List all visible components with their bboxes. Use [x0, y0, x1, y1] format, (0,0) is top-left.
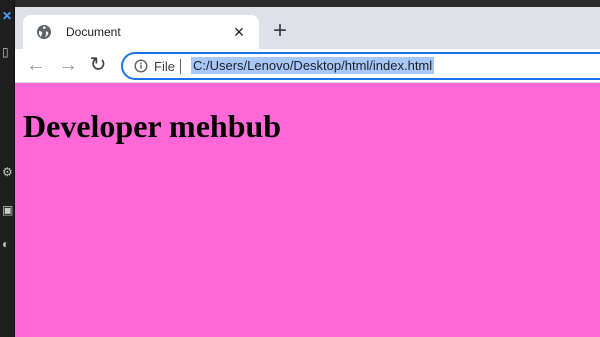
forward-button[interactable]: → [58, 55, 78, 75]
browser-window: Document × + ← → ↻ File C:/Users/Lenovo/… [15, 0, 600, 337]
plus-icon: + [272, 17, 287, 44]
editor-icon: ✕ [2, 9, 13, 23]
screen: ✕ ▯ ⚙ ▣ ◐ Document × + ← → ↻ File C:/Use… [0, 0, 600, 337]
files-icon: ▯ [2, 45, 9, 59]
tab-strip: Document × + [15, 7, 600, 49]
tab-document[interactable]: Document × [23, 15, 259, 49]
browser-toolbar: ← → ↻ File C:/Users/Lenovo/Desktop/html/… [15, 49, 600, 83]
settings-icon: ⚙ [2, 165, 13, 179]
page-viewport: Developer mehbub [15, 83, 600, 337]
new-tab-button[interactable]: + [269, 19, 291, 43]
address-separator [180, 59, 181, 74]
arrow-right-icon: → [58, 54, 78, 76]
file-label: File [154, 59, 175, 74]
tab-title: Document [66, 25, 121, 39]
globe-icon [36, 24, 52, 40]
panel-icon: ▣ [2, 203, 14, 217]
background-editor-strip: ✕ ▯ ⚙ ▣ ◐ [0, 0, 15, 337]
info-icon[interactable] [134, 59, 148, 73]
back-button[interactable]: ← [26, 55, 46, 75]
window-top-bar [15, 0, 600, 7]
url-text[interactable]: C:/Users/Lenovo/Desktop/html/index.html [191, 57, 435, 74]
close-icon[interactable]: × [229, 22, 249, 42]
account-icon: ◐ [2, 237, 10, 251]
page-heading: Developer mehbub [23, 108, 282, 144]
reload-button[interactable]: ↻ [88, 55, 108, 75]
arrow-left-icon: ← [26, 54, 46, 76]
reload-icon: ↻ [89, 54, 107, 76]
address-bar[interactable]: File C:/Users/Lenovo/Desktop/html/index.… [121, 52, 600, 80]
